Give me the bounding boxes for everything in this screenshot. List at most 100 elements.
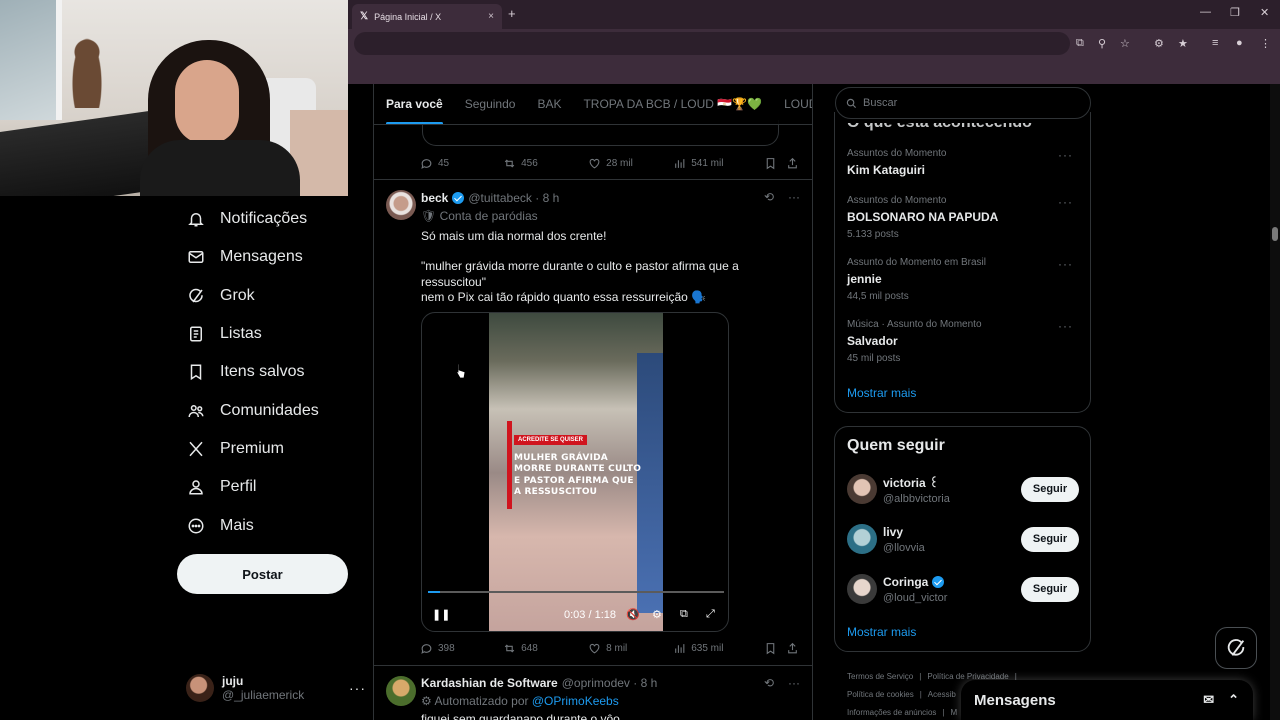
author-handle[interactable]: @tuittabeck · 8 h xyxy=(468,191,559,205)
avatar[interactable] xyxy=(386,676,416,706)
share-icon[interactable] xyxy=(786,642,804,655)
share-icon[interactable] xyxy=(786,157,804,170)
video-player[interactable]: ACREDITE SE QUISER MULHER GRÁVIDA MORRE … xyxy=(421,312,729,632)
trend-item[interactable]: Assunto do Momento em Brasil jennie 44,5… xyxy=(847,257,1079,302)
fullscreen-icon[interactable]: ⤢ xyxy=(706,608,715,621)
trend-item[interactable]: Assuntos do Momento Kim Kataguiri ··· xyxy=(847,148,1079,177)
nav-label: Comunidades xyxy=(220,401,319,419)
nav-bookmarks[interactable]: Itens salvos xyxy=(176,353,366,391)
footer-link[interactable]: Política de cookies xyxy=(847,690,914,699)
tab-bak[interactable]: BAK xyxy=(537,97,561,111)
new-message-icon[interactable]: ✉ xyxy=(1203,692,1214,708)
more-icon[interactable]: ··· xyxy=(1058,195,1073,209)
tab-para-voce[interactable]: Para você xyxy=(386,97,443,124)
trend-item[interactable]: Assuntos do Momento BOLSONARO NA PAPUDA … xyxy=(847,195,1079,240)
footer-link[interactable]: Informações de anúncios xyxy=(847,708,936,717)
automation-owner-link[interactable]: @OPrimoKeebs xyxy=(532,694,619,708)
nav-lists[interactable]: Listas xyxy=(176,315,366,353)
nav-messages[interactable]: Mensagens xyxy=(176,238,366,276)
author-handle[interactable]: @oprimodev · 8 h xyxy=(562,676,658,690)
tab-tropa[interactable]: TROPA DA BCB / LOUD 🇪🇬🏆💚 xyxy=(583,97,762,111)
mute-icon[interactable]: 🔇 xyxy=(626,608,640,621)
cast-icon[interactable]: ⧉ xyxy=(1076,37,1084,50)
nav-premium[interactable]: Premium xyxy=(176,430,366,468)
scrollbar[interactable] xyxy=(1270,84,1280,720)
follow-suggestion[interactable]: Coringa @loud_victor Seguir xyxy=(847,571,1079,607)
address-bar[interactable] xyxy=(354,32,1070,55)
video-progress-bar[interactable] xyxy=(428,591,724,593)
like-button[interactable]: 28 mil xyxy=(588,157,673,170)
footer-link[interactable]: Termos de Serviço xyxy=(847,672,913,681)
divider xyxy=(374,665,812,666)
like-button[interactable]: 8 mil xyxy=(588,642,673,655)
post-button[interactable]: Postar xyxy=(177,554,348,594)
tab-seguindo[interactable]: Seguindo xyxy=(465,97,516,111)
new-tab-button[interactable]: + xyxy=(508,6,516,21)
tweet-text-line: "mulher grávida morre durante o culto e … xyxy=(421,259,739,290)
bookmark-icon[interactable] xyxy=(764,157,786,170)
reply-button[interactable]: 398 xyxy=(420,642,503,655)
avatar[interactable] xyxy=(847,474,877,504)
show-more-follow-link[interactable]: Mostrar mais xyxy=(847,625,916,639)
nav-grok[interactable]: Grok xyxy=(176,277,366,315)
nav-profile[interactable]: Perfil xyxy=(176,468,366,506)
more-icon[interactable]: ··· xyxy=(1058,319,1073,333)
bookmarks-bar xyxy=(348,58,1280,84)
tweet-actions: 398 648 8 mil 635 mil xyxy=(420,642,804,655)
browser-toolbar: ⧉ ⚲ ☆ ⚙ ★ ≡ ● ⋮ xyxy=(348,29,1280,58)
footer-link[interactable]: Acessib xyxy=(928,690,956,699)
reply-button[interactable]: 45 xyxy=(420,157,503,170)
grok-floating-button[interactable] xyxy=(1215,627,1257,669)
tab-loud[interactable]: LOUD Co xyxy=(784,97,812,111)
author-name[interactable]: beck xyxy=(421,191,448,205)
extension-icon[interactable]: ⚙ xyxy=(1154,37,1164,50)
author-name[interactable]: Kardashian de Software xyxy=(421,676,558,690)
avatar[interactable] xyxy=(847,574,877,604)
pause-icon[interactable]: ❚❚ xyxy=(432,608,450,621)
footer-link[interactable]: M xyxy=(950,708,957,717)
more-icon[interactable]: ··· xyxy=(1058,257,1073,271)
avatar[interactable] xyxy=(847,524,877,554)
account-switcher[interactable]: juju @_juliaemerick ··· xyxy=(186,670,366,706)
repost-button[interactable]: 456 xyxy=(503,157,588,170)
profile-icon[interactable]: ● xyxy=(1236,37,1243,49)
settings-icon[interactable]: ⚙ xyxy=(652,608,662,621)
follow-suggestion[interactable]: victoria ꒰ @albbvictoria Seguir xyxy=(847,471,1079,507)
expand-icon[interactable]: ⌃ xyxy=(1228,692,1239,708)
follow-button[interactable]: Seguir xyxy=(1021,526,1079,552)
close-window-icon[interactable]: ✕ xyxy=(1260,6,1269,19)
zoom-icon[interactable]: ⚲ xyxy=(1098,37,1106,50)
follow-button[interactable]: Seguir xyxy=(1021,476,1079,502)
views-button[interactable]: 541 mil xyxy=(673,157,764,170)
left-sidebar: Notificações Mensagens Grok Listas Itens… xyxy=(176,200,366,545)
tab-search-icon[interactable]: ≡ xyxy=(1212,37,1218,49)
avatar[interactable] xyxy=(386,190,416,220)
trend-item[interactable]: Música · Assunto do Momento Salvador 45 … xyxy=(847,319,1079,364)
follow-button[interactable]: Seguir xyxy=(1021,576,1079,602)
panel-title: Quem seguir xyxy=(847,437,945,454)
follow-suggestion[interactable]: livy @llovvia Seguir xyxy=(847,521,1079,557)
restore-icon[interactable]: ❐ xyxy=(1230,6,1240,19)
more-icon[interactable]: ··· xyxy=(788,676,800,690)
minimize-icon[interactable]: — xyxy=(1200,6,1211,18)
favorites-icon[interactable]: ★ xyxy=(1178,37,1188,50)
nav-more[interactable]: Mais xyxy=(176,506,366,544)
star-icon[interactable]: ☆ xyxy=(1120,37,1130,50)
nav-notifications[interactable]: Notificações xyxy=(176,200,366,238)
nav-communities[interactable]: Comunidades xyxy=(176,391,366,429)
show-more-trends-link[interactable]: Mostrar mais xyxy=(847,386,916,400)
more-icon[interactable]: ··· xyxy=(1058,148,1073,162)
repost-button[interactable]: 648 xyxy=(503,642,588,655)
more-icon[interactable]: ··· xyxy=(349,680,366,696)
browser-tab[interactable]: 𝕏 Página Inicial / X × xyxy=(352,4,502,29)
nav-label: Mais xyxy=(220,516,254,534)
picture-in-picture-icon[interactable]: ⧉ xyxy=(680,608,688,621)
tab-close-icon[interactable]: × xyxy=(488,11,494,22)
messages-drawer[interactable]: Mensagens ✉ ⌃ xyxy=(961,680,1253,720)
more-icon[interactable]: ··· xyxy=(788,190,800,204)
grok-icon[interactable]: ⟲ xyxy=(764,676,774,690)
grok-icon[interactable]: ⟲ xyxy=(764,190,774,204)
views-button[interactable]: 635 mil xyxy=(673,642,764,655)
bookmark-icon[interactable] xyxy=(764,642,786,655)
menu-icon[interactable]: ⋮ xyxy=(1260,37,1271,50)
